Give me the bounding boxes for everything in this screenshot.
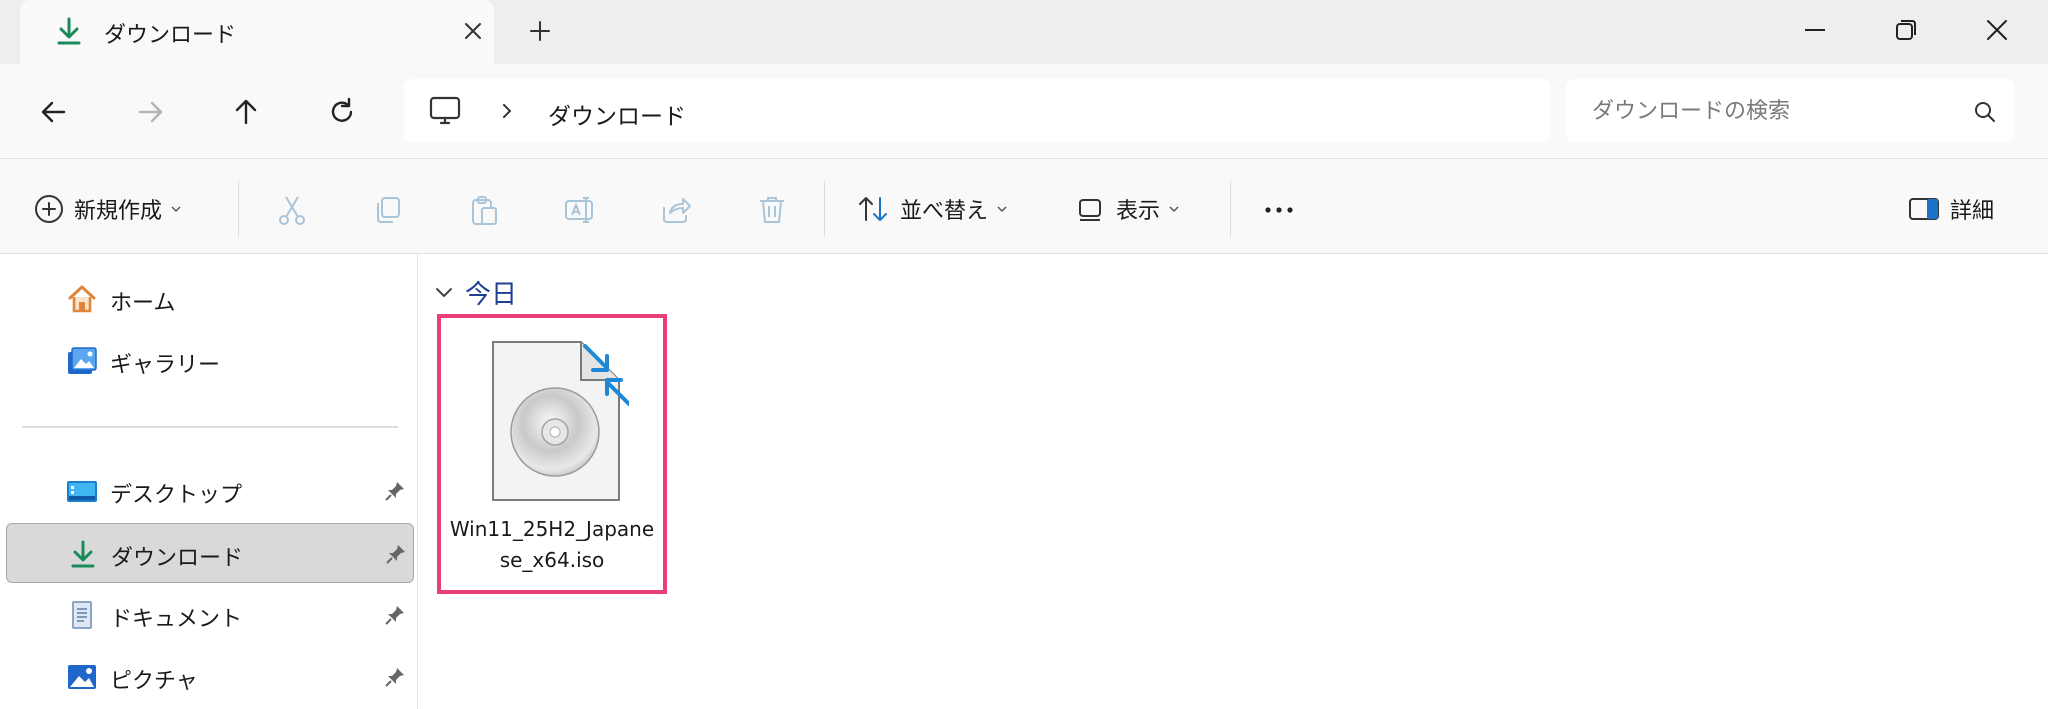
pin-icon[interactable]: [384, 480, 406, 502]
sidebar-item-label: ダウンロード: [111, 546, 244, 571]
search-input[interactable]: [1592, 93, 1932, 129]
navigation-bar: ダウンロード: [0, 64, 2048, 158]
pictures-icon: [68, 665, 96, 689]
divider: [824, 181, 825, 237]
chevron-down-icon: [171, 206, 181, 213]
disc-image-icon: [492, 341, 629, 501]
this-pc-icon[interactable]: [428, 95, 462, 127]
sidebar-item-desktop[interactable]: デスクトップ: [6, 461, 414, 521]
new-button-label: 新規作成: [74, 199, 163, 224]
sidebar-item-downloads[interactable]: ダウンロード: [6, 523, 414, 583]
download-icon: [71, 540, 95, 568]
sidebar-item-label: ドキュメント: [110, 607, 243, 632]
download-icon: [57, 17, 81, 45]
forward-icon[interactable]: [128, 90, 172, 134]
minimize-icon[interactable]: [1795, 10, 1835, 50]
tab-title: ダウンロード: [104, 23, 237, 48]
gallery-icon: [68, 347, 97, 374]
sidebar-item-label: ホーム: [110, 291, 176, 316]
breadcrumb-separator-icon[interactable]: [496, 97, 518, 125]
pin-icon[interactable]: [385, 543, 407, 565]
view-button[interactable]: 表示: [1076, 189, 1180, 229]
view-button-label: 表示: [1116, 199, 1161, 224]
title-bar: ダウンロード: [0, 0, 2048, 64]
search-icon[interactable]: [1972, 99, 1998, 125]
details-button-label: 詳細: [1950, 199, 1995, 224]
sidebar-item-gallery[interactable]: ギャラリー: [6, 331, 414, 391]
refresh-icon[interactable]: [320, 90, 364, 134]
sidebar-divider: [22, 426, 398, 428]
command-bar: 新規作成 並べ替え 表示 詳細: [0, 158, 2048, 254]
group-title: 今日: [465, 279, 518, 310]
close-tab-icon[interactable]: [458, 16, 488, 46]
group-header-today[interactable]: 今日: [433, 274, 517, 310]
sidebar-item-home[interactable]: ホーム: [6, 269, 414, 329]
pin-icon[interactable]: [384, 666, 406, 688]
share-icon[interactable]: [659, 193, 693, 227]
chevron-down-icon: [997, 206, 1007, 213]
more-options-icon[interactable]: [1262, 193, 1296, 227]
pin-icon[interactable]: [384, 604, 406, 626]
breadcrumb-downloads[interactable]: ダウンロード: [548, 97, 686, 131]
divider: [1230, 181, 1231, 237]
new-button[interactable]: 新規作成: [34, 189, 182, 229]
home-icon: [68, 285, 96, 313]
sort-icon: [859, 197, 887, 221]
plus-circle-icon: [35, 195, 63, 223]
delete-icon[interactable]: [755, 193, 789, 227]
rename-icon[interactable]: [563, 193, 597, 227]
file-list: 今日 Win11_25H2_Japanese_x64.iso: [419, 254, 2048, 709]
sidebar-item-documents[interactable]: ドキュメント: [6, 585, 414, 645]
search-box[interactable]: [1566, 79, 2014, 143]
details-pane-icon: [1909, 198, 1939, 220]
sidebar-item-label: ピクチャ: [110, 669, 198, 694]
restore-icon[interactable]: [1886, 10, 1926, 50]
details-button[interactable]: 詳細: [1908, 189, 1994, 229]
chevron-down-icon: [1169, 206, 1179, 213]
sidebar-item-label: ギャラリー: [110, 353, 221, 378]
copy-icon[interactable]: [371, 193, 405, 227]
sidebar-item-label: デスクトップ: [110, 483, 243, 508]
documents-icon: [72, 601, 92, 629]
tab-downloads[interactable]: ダウンロード: [20, 0, 494, 64]
new-tab-icon[interactable]: [525, 16, 555, 46]
view-icon: [1079, 199, 1101, 221]
file-item[interactable]: Win11_25H2_Japanese_x64.iso: [437, 314, 667, 594]
sort-button-label: 並べ替え: [900, 199, 989, 224]
sort-button[interactable]: 並べ替え: [856, 189, 1008, 229]
address-bar[interactable]: ダウンロード: [404, 79, 1550, 143]
chevron-down-icon: [436, 288, 452, 297]
back-icon[interactable]: [32, 90, 76, 134]
cut-icon[interactable]: [275, 193, 309, 227]
navigation-pane: ホーム ギャラリー デスクトップ ダウンロード ドキュメント ピクチャ: [0, 254, 418, 709]
sidebar-item-pictures[interactable]: ピクチャ: [6, 647, 414, 707]
desktop-icon: [67, 481, 97, 502]
paste-icon[interactable]: [467, 193, 501, 227]
close-window-icon[interactable]: [1977, 10, 2017, 50]
divider: [238, 181, 239, 237]
up-icon[interactable]: [224, 90, 268, 134]
file-name: Win11_25H2_Japanese_x64.iso: [449, 517, 655, 572]
